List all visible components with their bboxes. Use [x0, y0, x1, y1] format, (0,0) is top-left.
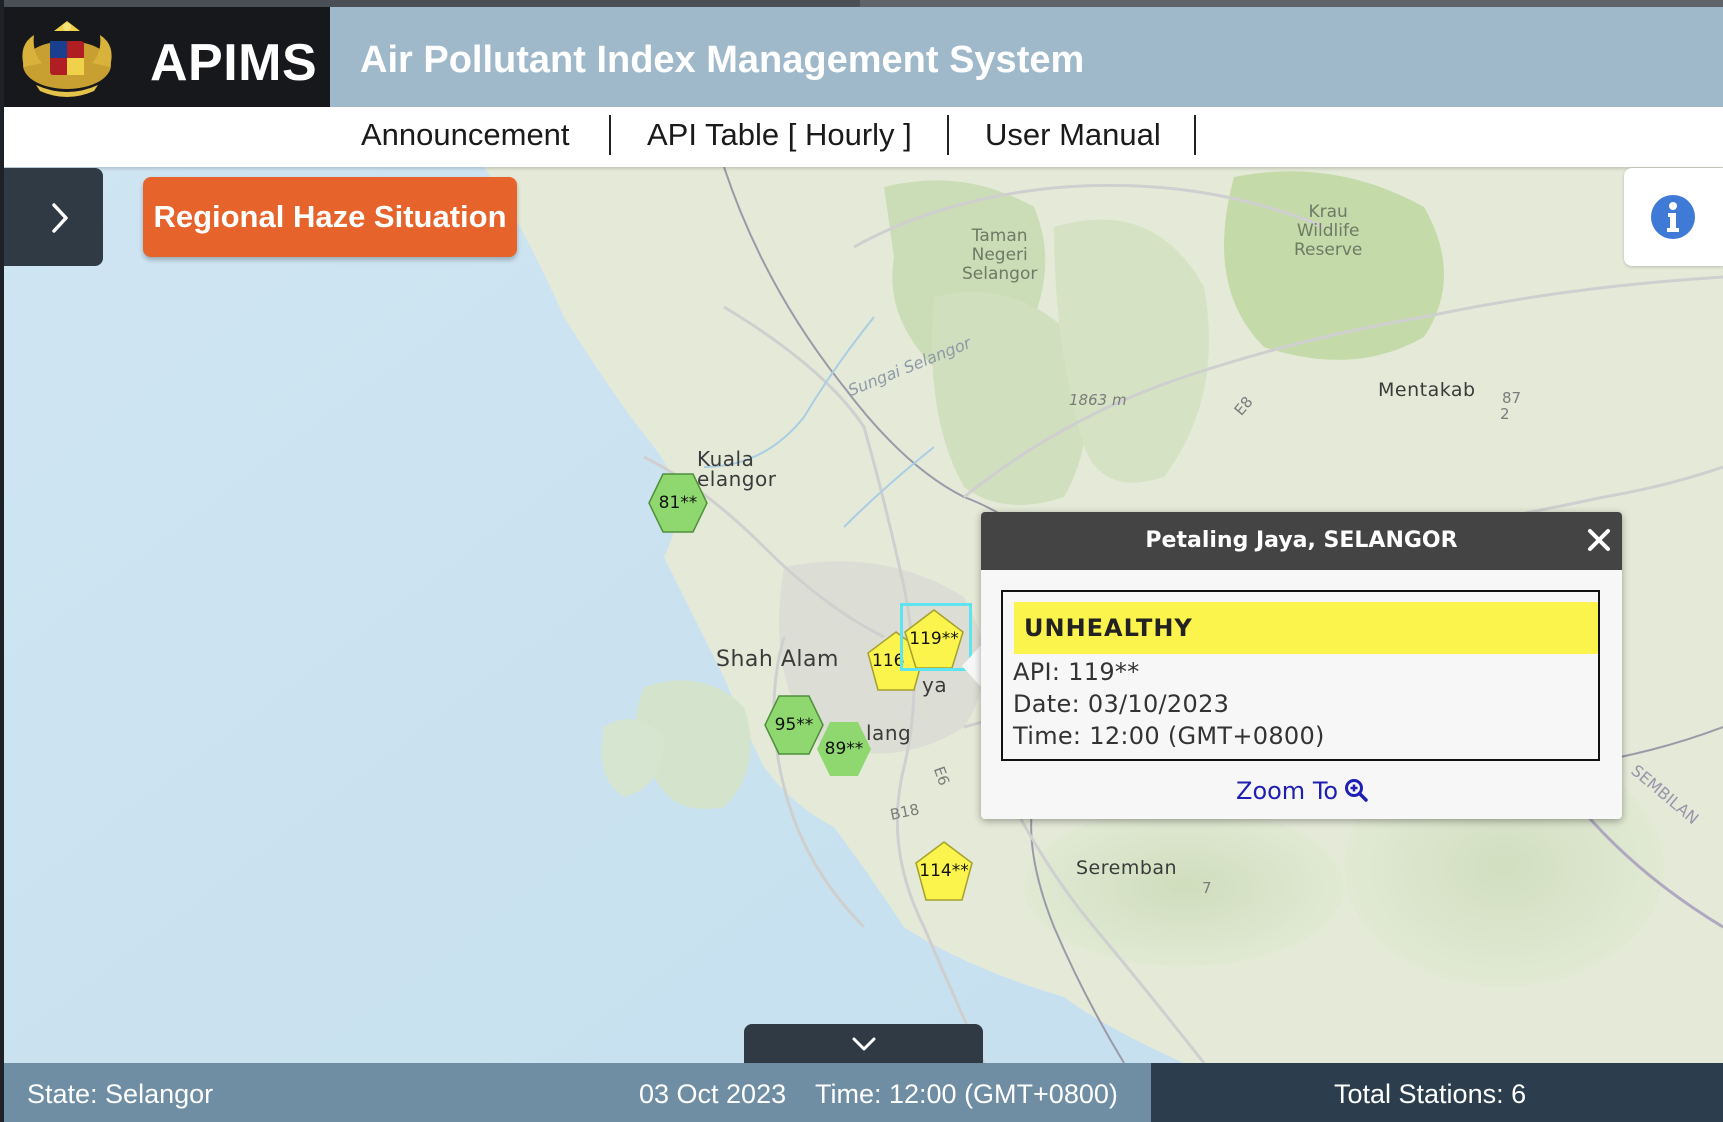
- map-label-klang-partial: lang: [866, 721, 912, 745]
- map-label-seremban: Seremban: [1076, 857, 1178, 879]
- coat-of-arms-logo: [22, 21, 112, 97]
- popup-api-value: API: 119**: [1013, 658, 1140, 686]
- map-label-park: Taman Negeri Selangor: [962, 226, 1038, 284]
- status-date: 03 Oct 2023: [639, 1079, 787, 1109]
- nav-divider: [1194, 115, 1196, 155]
- station-marker-89[interactable]: 89**: [816, 720, 872, 778]
- status-total-panel: Total Stations: 6: [1151, 1063, 1723, 1122]
- map-label-road: 2: [1500, 405, 1510, 423]
- sidebar-toggle-button[interactable]: [4, 168, 103, 266]
- status-text: UNHEALTHY: [1024, 614, 1193, 642]
- popup-date: Date: 03/10/2023: [1013, 690, 1230, 718]
- station-popup: Petaling Jaya, SELANGOR UNHEALTHY API: 1…: [981, 512, 1622, 819]
- popup-title: Petaling Jaya, SELANGOR: [1145, 528, 1458, 553]
- info-icon: [1651, 195, 1695, 239]
- status-total-stations: Total Stations: 6: [1334, 1079, 1527, 1109]
- nav-announcement[interactable]: Announcement: [361, 117, 570, 153]
- top-strip: [0, 0, 1723, 7]
- map-label-elevation: 1863 m: [1069, 391, 1127, 409]
- map-label-kuala-selangor: Kuala elangor: [697, 447, 777, 491]
- info-button[interactable]: [1624, 168, 1723, 266]
- zoom-to-label: Zoom To: [1236, 777, 1339, 805]
- nav-divider: [609, 115, 611, 155]
- status-time: Time: 12:00 (GMT+0800): [815, 1079, 1118, 1109]
- station-marker-81[interactable]: 81**: [648, 472, 708, 534]
- popup-pointer: [962, 644, 982, 688]
- nav-api-table-hourly[interactable]: API Table [ Hourly ]: [647, 117, 912, 153]
- chevron-right-icon: [52, 203, 68, 233]
- map-label-road: 7: [1202, 879, 1212, 897]
- brand-name: APIMS: [150, 34, 318, 92]
- popup-details: UNHEALTHY API: 119** Date: 03/10/2023 Ti…: [1001, 590, 1600, 761]
- regional-haze-button[interactable]: Regional Haze Situation: [143, 177, 517, 257]
- title-bar: Air Pollutant Index Management System: [330, 7, 1723, 107]
- zoom-to-link[interactable]: Zoom To: [1236, 777, 1368, 805]
- station-marker-114[interactable]: 114**: [914, 840, 974, 902]
- map-label-mentakab: Mentakab: [1378, 379, 1476, 401]
- nav-divider: [947, 115, 949, 155]
- popup-header: Petaling Jaya, SELANGOR: [981, 512, 1622, 570]
- brand-block[interactable]: APIMS: [4, 7, 330, 107]
- chevron-down-icon: [852, 1037, 876, 1051]
- apims-app: APIMS Air Pollutant Index Management Sys…: [0, 0, 1723, 1122]
- app-title: Air Pollutant Index Management System: [360, 39, 1085, 81]
- map-label-reserve: Krau Wildlife Reserve: [1294, 202, 1363, 260]
- main-nav: Announcement API Table [ Hourly ] User M…: [4, 107, 1723, 167]
- map-label-shah-alam: Shah Alam: [716, 647, 839, 672]
- nav-user-manual[interactable]: User Manual: [985, 117, 1161, 153]
- status-badge: UNHEALTHY: [1014, 602, 1598, 654]
- zoom-in-icon: [1345, 779, 1368, 802]
- close-icon[interactable]: [1585, 526, 1613, 554]
- status-state: State: Selangor: [27, 1079, 214, 1109]
- bottom-panel-toggle[interactable]: [744, 1024, 983, 1064]
- popup-time: Time: 12:00 (GMT+0800): [1013, 722, 1325, 750]
- station-marker-95[interactable]: 95**: [764, 694, 824, 756]
- status-bar: State: Selangor 03 Oct 2023 Time: 12:00 …: [4, 1063, 1723, 1122]
